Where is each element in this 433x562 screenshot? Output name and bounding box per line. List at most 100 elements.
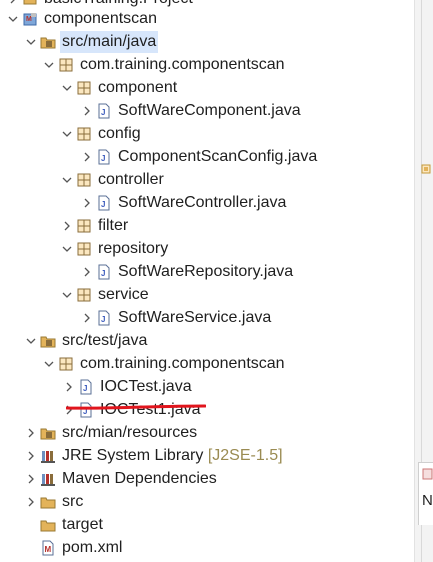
tree-row-label: pom.xml <box>62 539 123 556</box>
svg-text:J: J <box>101 154 105 163</box>
tree-row-file-softwarecomponent[interactable]: J SoftWareComponent.java <box>0 100 414 122</box>
tree-row-src-test-java[interactable]: src/test/java <box>0 330 414 352</box>
chevron-down-icon[interactable] <box>60 284 74 306</box>
package-explorer-tree: basicTraining.Project M componentscan sr… <box>0 0 414 562</box>
tree-row-label: IOCTest1.java <box>100 401 201 418</box>
tree-row-package-service[interactable]: service <box>0 284 414 306</box>
tree-row-label: src/mian/resources <box>62 424 198 441</box>
tree-row-label: IOCTest.java <box>100 378 192 395</box>
tree-row-label: service <box>98 286 149 303</box>
chevron-down-icon[interactable] <box>60 238 74 260</box>
tree-row-label: com.training.componentscan <box>80 355 285 372</box>
source-folder-icon <box>40 330 56 352</box>
chevron-right-icon[interactable] <box>80 307 94 329</box>
chevron-down-icon[interactable] <box>60 123 74 145</box>
java-file-icon: J <box>96 261 112 283</box>
package-icon <box>58 54 74 76</box>
chevron-down-icon[interactable] <box>42 54 56 76</box>
tree-row-label: SoftWareService.java <box>118 309 272 326</box>
tree-row-folder-target[interactable]: target <box>0 514 414 536</box>
folder-icon <box>40 491 56 513</box>
svg-text:J: J <box>101 315 105 324</box>
svg-text:J: J <box>83 384 87 393</box>
tree-row-package-config[interactable]: config <box>0 123 414 145</box>
tree-row-label: componentscan <box>44 10 157 27</box>
tree-row-jre-library[interactable]: JRE System Library [J2SE-1.5] <box>0 445 414 467</box>
tree-row-folder-src[interactable]: src <box>0 491 414 513</box>
tree-row-file-ioctest1[interactable]: J IOCTest1.java <box>0 399 414 421</box>
package-icon <box>76 169 92 191</box>
java-file-icon: J <box>96 100 112 122</box>
chevron-down-icon[interactable] <box>6 8 20 30</box>
tree-row-package-filter[interactable]: filter <box>0 215 414 237</box>
chevron-down-icon[interactable] <box>60 77 74 99</box>
source-folder-icon <box>40 422 56 444</box>
chevron-down-icon[interactable] <box>24 330 38 352</box>
tree-row-label: SoftWareController.java <box>118 194 287 211</box>
tree-row-label: SoftWareRepository.java <box>118 263 294 280</box>
tree-row-label: JRE System Library <box>62 447 204 464</box>
tree-row-file-ioctest[interactable]: J IOCTest.java <box>0 376 414 398</box>
package-icon <box>76 77 92 99</box>
chevron-down-icon[interactable] <box>42 353 56 375</box>
chevron-right-icon[interactable] <box>80 100 94 122</box>
chevron-right-icon[interactable] <box>62 399 76 421</box>
tree-row-package-main[interactable]: com.training.componentscan <box>0 54 414 76</box>
tree-row-package-repository[interactable]: repository <box>0 238 414 260</box>
chevron-right-icon[interactable] <box>80 261 94 283</box>
svg-text:M: M <box>45 545 52 554</box>
tree-row-package-component[interactable]: component <box>0 77 414 99</box>
tree-row-package-test[interactable]: com.training.componentscan <box>0 353 414 375</box>
chevron-right-icon[interactable] <box>80 192 94 214</box>
tree-row-file-softwarerepository[interactable]: J SoftWareRepository.java <box>0 261 414 283</box>
package-icon <box>58 353 74 375</box>
tree-row-project-componentscan[interactable]: M componentscan <box>0 8 414 30</box>
tree-row-src-main-java[interactable]: src/main/java <box>0 31 414 53</box>
source-folder-icon <box>40 31 56 53</box>
package-icon <box>76 215 92 237</box>
java-file-icon: J <box>78 399 94 421</box>
chevron-right-icon[interactable] <box>62 376 76 398</box>
chevron-right-icon[interactable] <box>24 491 38 513</box>
tree-row-file-softwarecontroller[interactable]: J SoftWareController.java <box>0 192 414 214</box>
tree-row-label: repository <box>98 240 169 257</box>
eclipse-package-explorer-screenshot: basicTraining.Project M componentscan sr… <box>0 0 433 562</box>
tree-row-label-group: JRE System Library [J2SE-1.5] <box>62 445 283 467</box>
java-file-icon: J <box>78 376 94 398</box>
overview-marker-icon[interactable] <box>421 164 431 174</box>
view-tab-icon <box>422 468 433 480</box>
tree-row-label: component <box>98 79 178 96</box>
package-icon <box>76 284 92 306</box>
svg-text:J: J <box>101 269 105 278</box>
tree-row-file-pom[interactable]: M pom.xml <box>0 537 414 559</box>
tree-row-file-softwareservice[interactable]: J SoftWareService.java <box>0 307 414 329</box>
tree-row-label: ComponentScanConfig.java <box>118 148 318 165</box>
tree-row-label: filter <box>98 217 129 234</box>
chevron-right-icon[interactable] <box>24 468 38 490</box>
tree-row-label: com.training.componentscan <box>80 56 285 73</box>
tree-row-label: src/main/java <box>60 31 159 53</box>
package-icon <box>76 238 92 260</box>
chevron-right-icon[interactable] <box>60 215 74 237</box>
tree-row-label: config <box>98 125 141 142</box>
chevron-right-icon[interactable] <box>80 146 94 168</box>
tree-row-src-resources[interactable]: src/mian/resources <box>0 422 414 444</box>
tree-row-label: src <box>62 493 84 510</box>
xml-file-icon: M <box>40 537 56 559</box>
library-icon <box>40 445 56 467</box>
chevron-right-icon[interactable] <box>24 445 38 467</box>
tree-row-label: src/test/java <box>62 332 148 349</box>
tree-row-package-controller[interactable]: controller <box>0 169 414 191</box>
svg-text:M: M <box>26 16 32 23</box>
tree-row-label: target <box>62 516 103 533</box>
red-strikethrough-annotation <box>66 404 206 410</box>
chevron-right-icon[interactable] <box>24 422 38 444</box>
java-file-icon: J <box>96 192 112 214</box>
chevron-down-icon[interactable] <box>60 169 74 191</box>
svg-text:J: J <box>101 200 105 209</box>
side-view-tab-label: N <box>422 492 433 509</box>
tree-row-file-componentscanconfig[interactable]: J ComponentScanConfig.java <box>0 146 414 168</box>
tree-row-label: SoftWareComponent.java <box>118 102 301 119</box>
chevron-down-icon[interactable] <box>24 31 38 53</box>
tree-row-maven-dependencies[interactable]: Maven Dependencies <box>0 468 414 490</box>
